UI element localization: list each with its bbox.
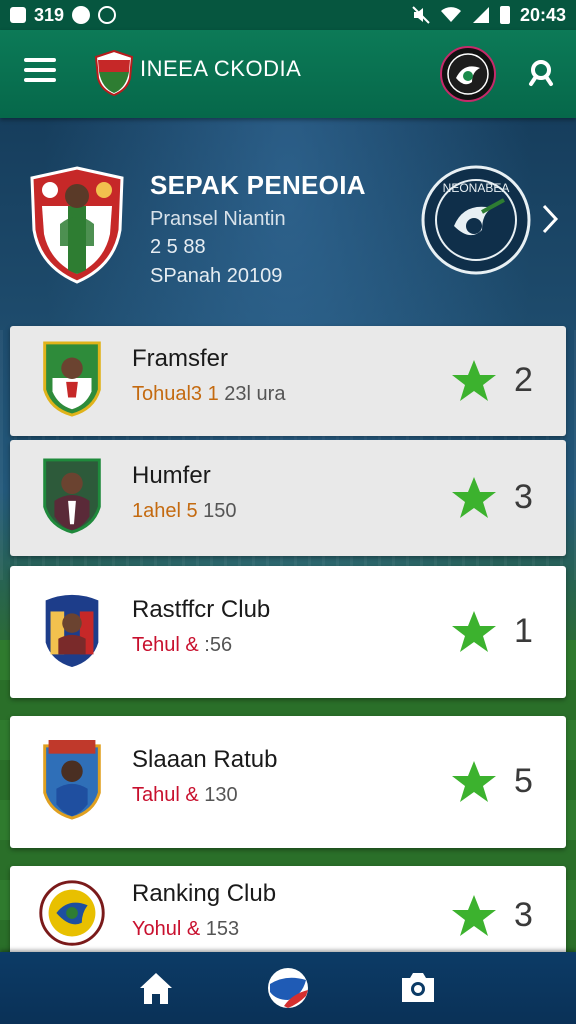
favorite-star-icon[interactable] xyxy=(450,475,498,521)
favorite-star-icon[interactable] xyxy=(450,358,498,404)
globe-icon xyxy=(98,6,117,24)
club-meta-year: Yohul & xyxy=(132,918,206,940)
club-name: Ranking Club xyxy=(132,880,277,907)
club-meta: Tahul & 130 xyxy=(132,784,238,807)
club-meta: 1ahel 5 150 xyxy=(132,500,237,523)
ball-icon[interactable] xyxy=(266,966,310,1010)
club-meta-year: Tohual3 1 xyxy=(132,383,219,405)
club-crest-icon xyxy=(43,458,101,534)
app-title: INEEA CKODIA xyxy=(140,56,302,81)
club-list-item[interactable]: Framsfer Tohual3 1 23l ura 2 xyxy=(10,326,566,436)
circle-icon xyxy=(72,6,91,24)
menu-icon[interactable] xyxy=(24,58,56,88)
mute-icon xyxy=(412,6,430,24)
club-list-item[interactable]: Slaaan Ratub Tahul & 130 5 xyxy=(10,716,566,848)
club-name: Rastffcr Club xyxy=(132,596,271,623)
club-name: Slaaan Ratub xyxy=(132,746,278,773)
club-meta-year: Tehul & xyxy=(132,634,205,656)
signal-icon xyxy=(472,7,489,23)
club-rank: 3 xyxy=(514,896,533,934)
header-date: SPanah 20109 xyxy=(150,265,283,287)
club-name: Framsfer xyxy=(132,345,228,372)
club-meta-value: 23l ura xyxy=(218,383,286,405)
header-subtitle: Pransel Niantin xyxy=(150,208,286,230)
home-icon[interactable] xyxy=(136,968,176,1008)
status-time: 20:43 xyxy=(519,4,566,25)
chevron-right-icon[interactable] xyxy=(540,202,560,236)
club-meta: Yohul & 153 xyxy=(132,918,239,941)
club-crest-icon xyxy=(43,341,101,417)
favorite-star-icon[interactable] xyxy=(450,759,498,805)
club-list-item[interactable]: Humfer 1ahel 5 150 3 xyxy=(10,440,566,556)
badge-text: NEONABEA xyxy=(443,181,510,195)
status-left-text: 319 xyxy=(34,4,65,25)
battery-icon xyxy=(499,6,510,24)
club-meta-value: :56 xyxy=(204,634,233,656)
club-meta-value: 130 xyxy=(204,784,238,806)
club-rank: 3 xyxy=(514,478,533,516)
club-list-item[interactable]: Rastffcr Club Tehul & :56 1 xyxy=(10,566,566,698)
club-name: Humfer xyxy=(132,462,211,489)
header-title: SEPAK PENEOIA xyxy=(150,170,366,200)
app-logo-shield-icon xyxy=(94,50,134,96)
club-meta: Tehul & :56 xyxy=(132,634,232,657)
club-meta-value: 153 xyxy=(205,918,240,940)
club-crest-icon xyxy=(43,592,101,670)
club-meta: Tohual3 1 23l ura xyxy=(132,383,285,406)
favorite-star-icon[interactable] xyxy=(450,893,498,939)
search-icon[interactable] xyxy=(528,58,558,88)
camera-icon[interactable] xyxy=(398,968,438,1008)
club-crest-icon xyxy=(39,880,105,946)
app-bar: INEEA CKODIA xyxy=(0,30,576,118)
favorite-star-icon[interactable] xyxy=(450,609,498,655)
club-emblem-icon xyxy=(447,53,489,95)
club-crest-icon xyxy=(43,740,101,820)
club-rank: 5 xyxy=(514,762,533,800)
club-list-item[interactable]: Ranking Club Yohul & 153 3 xyxy=(10,866,566,966)
status-bar: 319 20:43 xyxy=(0,0,576,30)
club-rank: 2 xyxy=(514,361,533,399)
header-number: 2 5 88 xyxy=(150,236,206,258)
club-meta-value: 150 xyxy=(197,500,237,522)
bottom-navigation xyxy=(0,952,576,1024)
notification-icon xyxy=(10,7,26,23)
wifi-icon xyxy=(440,7,461,22)
club-badge-button[interactable] xyxy=(440,46,496,102)
featured-club-crest-icon xyxy=(30,166,124,284)
club-meta-year: Tahul & xyxy=(132,784,205,806)
club-meta-year: 1ahel 5 xyxy=(132,500,198,522)
league-badge-icon[interactable]: NEONABEA xyxy=(420,164,532,276)
club-rank: 1 xyxy=(514,612,533,650)
